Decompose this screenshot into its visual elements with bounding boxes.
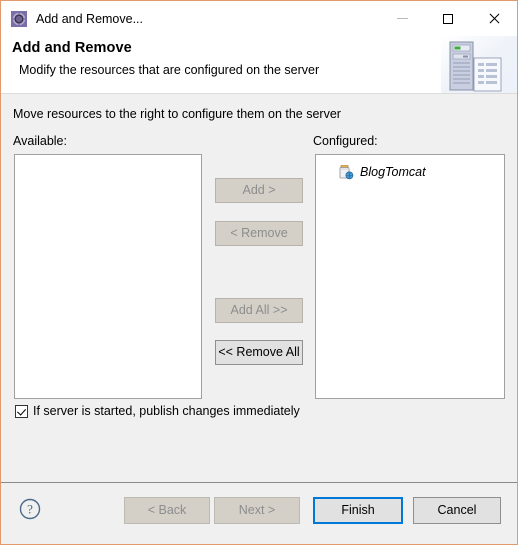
web-module-icon [338, 164, 354, 180]
wizard-header: Add and Remove Modify the resources that… [1, 36, 517, 94]
page-description: Modify the resources that are configured… [19, 63, 320, 77]
dialog-footer: ? < Back Next > Finish Cancel [1, 482, 517, 544]
server-and-document-icon [441, 36, 517, 93]
finish-button[interactable]: Finish [313, 497, 403, 524]
list-item[interactable]: BlogTomcat [316, 162, 504, 182]
dialog-body: Move resources to the right to configure… [1, 94, 517, 482]
window-controls [379, 1, 517, 36]
available-label: Available: [13, 134, 67, 148]
publish-immediately-checkbox[interactable] [15, 404, 28, 418]
page-title: Add and Remove [12, 40, 132, 56]
cancel-button[interactable]: Cancel [413, 497, 501, 524]
add-all-button[interactable]: Add All >> [215, 298, 303, 323]
window-title: Add and Remove... [36, 11, 144, 26]
configured-label: Configured: [313, 134, 378, 148]
maximize-icon[interactable] [425, 1, 471, 36]
remove-button[interactable]: < Remove [215, 221, 303, 246]
available-list[interactable] [14, 154, 202, 399]
title-bar: Add and Remove... [1, 1, 517, 36]
publish-immediately-checkbox-row[interactable]: If server is started, publish changes im… [15, 404, 300, 418]
minimize-icon[interactable] [379, 1, 425, 36]
back-button[interactable]: < Back [124, 497, 210, 524]
remove-all-button[interactable]: << Remove All [215, 340, 303, 365]
add-and-remove-dialog: Add and Remove... Add and Remove Modify … [0, 0, 518, 545]
instruction-text: Move resources to the right to configure… [13, 107, 341, 121]
add-button[interactable]: Add > [215, 178, 303, 203]
help-icon[interactable]: ? [18, 497, 42, 521]
list-item-label: BlogTomcat [360, 165, 426, 179]
next-button[interactable]: Next > [214, 497, 300, 524]
svg-text:?: ? [27, 502, 33, 517]
eclipse-wizard-icon [11, 10, 27, 27]
close-icon[interactable] [471, 1, 517, 36]
publish-immediately-label: If server is started, publish changes im… [33, 404, 300, 418]
configured-list[interactable]: BlogTomcat [315, 154, 505, 399]
